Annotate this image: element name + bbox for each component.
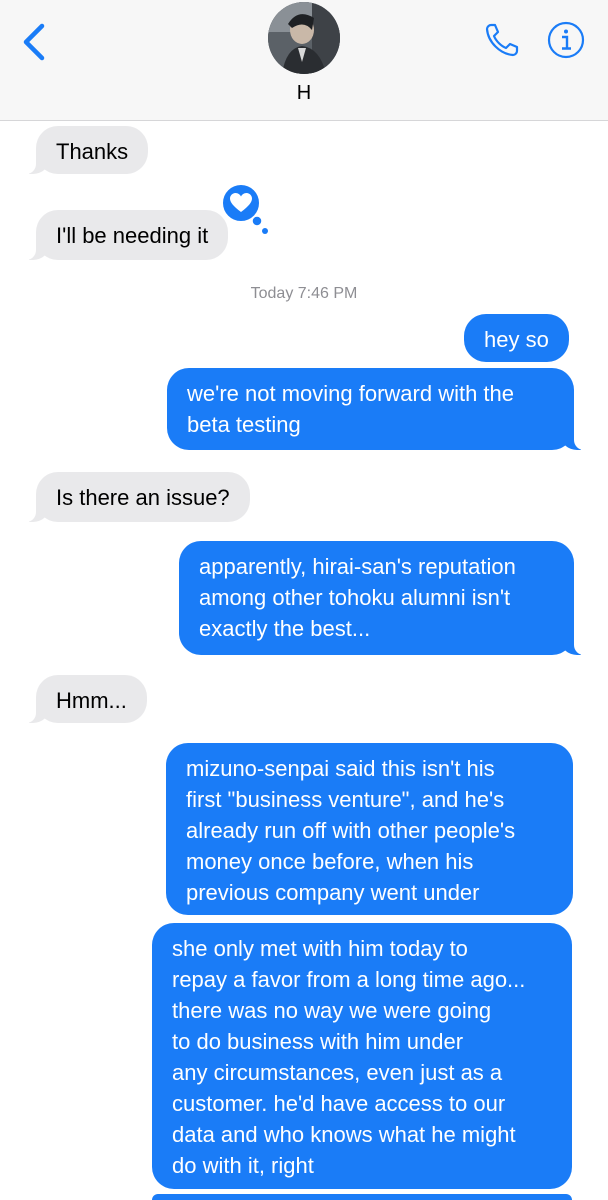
info-icon xyxy=(547,21,585,59)
message-text: beta testing xyxy=(187,412,301,437)
message-outgoing-partial[interactable] xyxy=(152,1194,572,1200)
message-text: I'll be needing it xyxy=(56,223,209,248)
message-text: hey so xyxy=(484,327,549,352)
message-incoming[interactable]: Hmm... xyxy=(26,675,147,723)
message-text: any circumstances, even just as a xyxy=(172,1060,503,1085)
message-text: Thanks xyxy=(56,139,129,164)
avatar[interactable] xyxy=(268,2,340,74)
timestamp-day: Today xyxy=(250,285,294,302)
avatar-image xyxy=(268,2,340,74)
message-outgoing[interactable]: hey so xyxy=(464,314,569,362)
message-outgoing[interactable]: we're not moving forward with the beta t… xyxy=(167,368,584,450)
message-text: to do business with him under xyxy=(172,1029,464,1054)
message-outgoing[interactable]: she only met with him today to repay a f… xyxy=(152,923,572,1189)
message-text: previous company went under xyxy=(186,880,480,905)
message-text: there was no way we were going xyxy=(172,998,492,1023)
message-incoming[interactable]: Is there an issue? xyxy=(26,472,250,522)
message-text: apparently, hirai-san's reputation xyxy=(199,554,516,579)
message-text: data and who knows what he might xyxy=(172,1122,516,1147)
message-outgoing[interactable]: apparently, hirai-san's reputation among… xyxy=(179,541,584,655)
message-text: we're not moving forward with the xyxy=(187,381,515,406)
message-text: mizuno-senpai said this isn't his xyxy=(186,756,495,781)
message-text: customer. he'd have access to our xyxy=(172,1091,506,1116)
conversation-header: H xyxy=(0,0,608,121)
heart-tapback[interactable] xyxy=(219,181,271,237)
message-text: among other tohoku alumni isn't xyxy=(199,585,511,610)
chevron-left-icon xyxy=(23,23,45,61)
message-incoming[interactable]: I'll be needing it xyxy=(25,210,229,260)
heart-icon xyxy=(221,183,268,234)
message-text: repay a favor from a long time ago... xyxy=(172,967,526,992)
message-text: she only met with him today to xyxy=(172,936,468,961)
timestamp-time: 7:46 PM xyxy=(297,285,358,302)
message-text: first "business venture", and he's xyxy=(186,787,505,812)
message-incoming[interactable]: Thanks xyxy=(25,126,149,174)
contact-name[interactable]: H xyxy=(0,82,608,105)
conversation-timestamp: Today 7:46 PM xyxy=(0,285,608,303)
message-text: money once before, when his xyxy=(186,849,474,874)
message-text: exactly the best... xyxy=(199,616,371,641)
call-button[interactable] xyxy=(482,20,522,60)
back-button[interactable] xyxy=(18,20,58,64)
message-outgoing[interactable]: mizuno-senpai said this isn't his first … xyxy=(166,743,573,915)
message-text: already run off with other people's xyxy=(186,818,516,843)
phone-icon xyxy=(485,23,519,57)
message-text: Is there an issue? xyxy=(56,485,230,510)
message-text: Hmm... xyxy=(56,688,127,713)
info-button[interactable] xyxy=(546,20,586,60)
message-text: do with it, right xyxy=(172,1153,314,1178)
